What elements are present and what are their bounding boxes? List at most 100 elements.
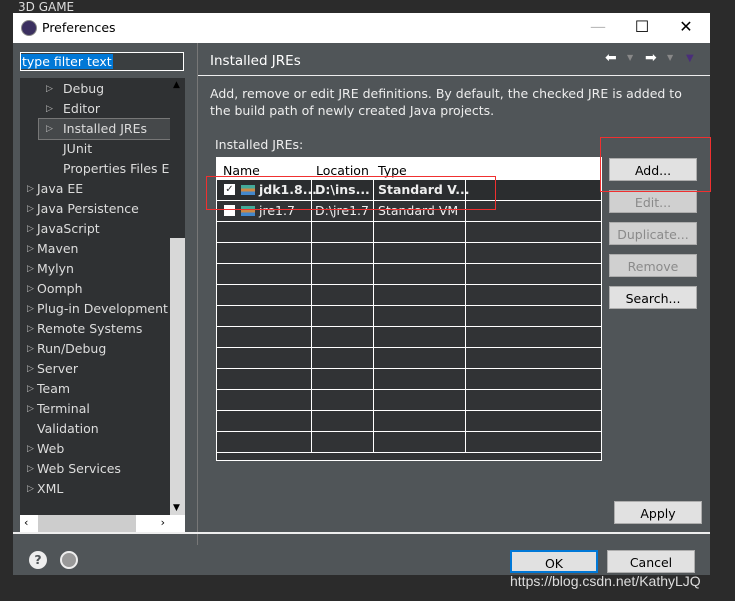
ok-button[interactable]: OK <box>510 550 598 573</box>
tree-item-label: Installed JREs <box>63 121 148 136</box>
ide-project-label: 3D GAME <box>18 0 75 14</box>
tree-item-label: XML <box>37 481 64 496</box>
tree-item[interactable]: ▷ Terminal <box>20 399 170 419</box>
table-label: Installed JREs: <box>215 137 304 152</box>
tree-item[interactable]: ▷ Team <box>20 379 170 399</box>
edit-button[interactable]: Edit... <box>609 190 697 213</box>
forward-icon[interactable]: ➡ <box>645 50 657 66</box>
expand-icon[interactable]: ▷ <box>27 359 34 379</box>
tree-item-label: Debug <box>63 81 105 96</box>
expand-icon[interactable]: ▷ <box>27 199 34 219</box>
tree-item-label: Properties Files Editor <box>63 161 170 176</box>
tree-item[interactable]: Properties Files Editor <box>39 159 170 179</box>
filter-input[interactable]: type filter text <box>20 52 184 71</box>
highlight-box-jdk <box>206 176 496 210</box>
preference-tree: ▷ Debug ▷ Editor ▷ Installed JREs JUnit Propert… <box>20 78 170 515</box>
tree-item[interactable]: ▷ Plug-in Development <box>20 299 170 319</box>
table-row[interactable] <box>217 285 601 306</box>
tree-item-label: Maven <box>37 241 79 256</box>
tree-item[interactable]: ▷ Maven <box>20 239 170 259</box>
table-row[interactable] <box>217 222 601 243</box>
expand-icon[interactable]: ▷ <box>27 319 34 339</box>
preference-nav: type filter text ▷ Debug ▷ Editor ▷ Installed… <box>13 43 198 545</box>
preferences-dialog: Preferences — ☐ ✕ type filter text ▷ Debu… <box>13 13 710 575</box>
tree-item-label: Server <box>37 361 78 376</box>
tree-item[interactable]: ▷ Web <box>20 439 170 459</box>
expand-icon[interactable]: ▷ <box>46 79 53 99</box>
table-row[interactable] <box>217 264 601 285</box>
tree-item-label: Terminal <box>37 401 90 416</box>
help-icon[interactable]: ? <box>29 551 47 569</box>
tree-item[interactable]: ▷ JavaScript <box>20 219 170 239</box>
expand-icon[interactable]: ▷ <box>27 379 34 399</box>
tree-item[interactable]: ▷ Debug <box>39 79 170 99</box>
expand-icon[interactable]: ▷ <box>27 439 34 459</box>
back-icon[interactable]: ⬅ <box>605 50 617 66</box>
tree-item-label: Plug-in Development <box>37 301 168 316</box>
table-row[interactable] <box>217 243 601 264</box>
tree-item-label: Run/Debug <box>37 341 107 356</box>
page-header: Installed JREs ⬅ ▼ ➡ ▼ ▼ <box>198 43 710 76</box>
expand-icon[interactable]: ▷ <box>46 119 53 139</box>
tree-item-label: Team <box>37 381 71 396</box>
tree-item[interactable]: ▷ Java EE <box>20 179 170 199</box>
expand-icon[interactable]: ▷ <box>27 479 34 499</box>
minimize-button[interactable]: — <box>583 17 613 36</box>
import-export-icon[interactable] <box>60 551 78 569</box>
table-body: ✓ jdk1.8... D:\ins... Standard V... jre1.7 D:… <box>217 180 601 460</box>
view-menu-icon[interactable]: ▼ <box>686 53 694 64</box>
horizontal-scrollbar[interactable]: ‹ › <box>20 515 185 532</box>
tree-item[interactable]: ▷ Server <box>20 359 170 379</box>
tree-item-label: Web <box>37 441 65 456</box>
expand-icon[interactable]: ▷ <box>27 459 34 479</box>
tree-item[interactable]: JUnit <box>39 139 170 159</box>
table-row[interactable] <box>217 369 601 390</box>
tree-item[interactable]: ▷ Mylyn <box>20 259 170 279</box>
tree-item[interactable]: ▷ Run/Debug <box>20 339 170 359</box>
tree-item-label: Mylyn <box>37 261 74 276</box>
table-row[interactable] <box>217 348 601 369</box>
duplicate-button[interactable]: Duplicate... <box>609 222 697 245</box>
expand-icon[interactable]: ▷ <box>27 399 34 419</box>
tree-item[interactable]: Validation <box>20 419 170 439</box>
tree-item-label: JUnit <box>63 141 93 156</box>
expand-icon[interactable]: ▷ <box>46 99 53 119</box>
tree-item[interactable]: ▷ XML <box>20 479 170 499</box>
close-button[interactable]: ✕ <box>671 17 701 36</box>
maximize-button[interactable]: ☐ <box>627 17 657 36</box>
table-row[interactable] <box>217 411 601 432</box>
table-row[interactable] <box>217 390 601 411</box>
tree-item[interactable]: ▷ Oomph <box>20 279 170 299</box>
tree-item-label: Java EE <box>37 181 84 196</box>
tree-item[interactable]: ▷ Remote Systems <box>20 319 170 339</box>
highlight-box-add <box>600 137 711 192</box>
tree-item[interactable]: ▷ Web Services <box>20 459 170 479</box>
separator <box>13 532 710 534</box>
tree-item[interactable]: ▷ Installed JREs <box>38 118 170 140</box>
page-description: Add, remove or edit JRE definitions. By … <box>210 86 682 118</box>
expand-icon[interactable]: ▷ <box>27 219 34 239</box>
expand-icon[interactable]: ▷ <box>27 259 34 279</box>
expand-icon[interactable]: ▷ <box>27 179 34 199</box>
tree-item[interactable]: ▷ Editor <box>39 99 170 119</box>
remove-button[interactable]: Remove <box>609 254 697 277</box>
expand-icon[interactable]: ▷ <box>27 339 34 359</box>
vertical-scrollbar[interactable]: ▲ ▼ <box>170 78 185 515</box>
table-row[interactable] <box>217 432 601 453</box>
expand-icon[interactable]: ▷ <box>27 279 34 299</box>
expand-icon[interactable]: ▷ <box>27 299 34 319</box>
table-row[interactable] <box>217 327 601 348</box>
preferences-icon <box>21 20 37 36</box>
back-menu-icon[interactable]: ▼ <box>627 53 633 62</box>
forward-menu-icon[interactable]: ▼ <box>667 53 673 62</box>
apply-button[interactable]: Apply <box>614 501 702 524</box>
tree-item-label: Web Services <box>37 461 121 476</box>
tree-item[interactable]: ▷ Java Persistence <box>20 199 170 219</box>
expand-icon[interactable]: ▷ <box>27 239 34 259</box>
tree-item-label: JavaScript <box>37 221 100 236</box>
search-button[interactable]: Search... <box>609 286 697 309</box>
table-row[interactable] <box>217 306 601 327</box>
tree-item-label: Remote Systems <box>37 321 143 336</box>
watermark: https://blog.csdn.net/KathyLJQ <box>510 573 701 589</box>
cancel-button[interactable]: Cancel <box>607 550 695 573</box>
